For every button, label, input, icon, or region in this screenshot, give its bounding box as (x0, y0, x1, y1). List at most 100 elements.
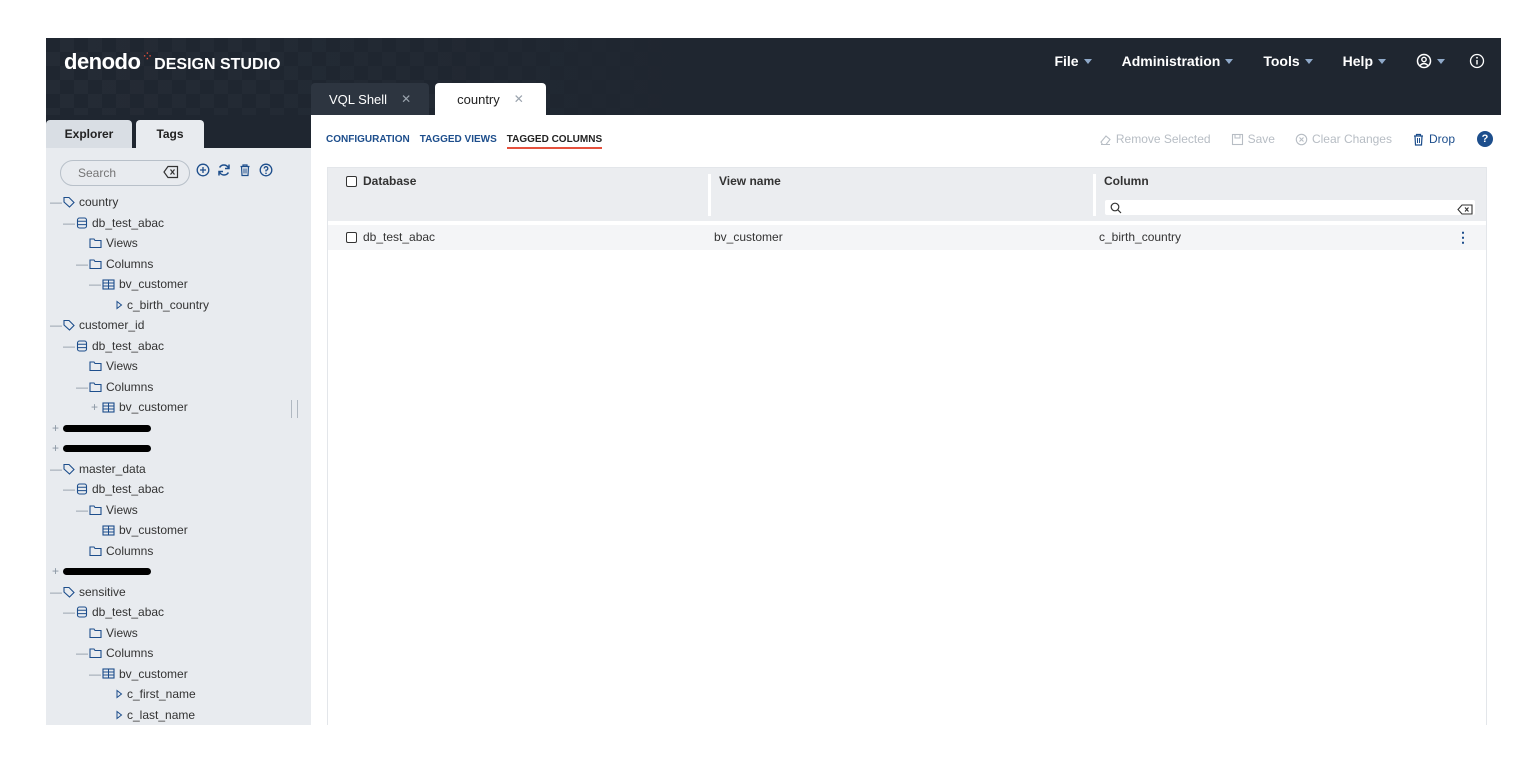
close-icon[interactable]: ✕ (514, 92, 524, 106)
refresh-button[interactable] (217, 163, 231, 177)
remove-selected-button[interactable]: Remove Selected (1099, 132, 1211, 146)
resize-handle[interactable] (291, 400, 298, 418)
tab-tagged-columns[interactable]: TAGGED COLUMNS (506, 134, 603, 149)
tree-item[interactable]: — bv_customer (46, 274, 311, 295)
collapse-icon[interactable]: — (76, 257, 88, 271)
tree-item[interactable]: — Columns (46, 377, 311, 398)
select-all-checkbox[interactable] (346, 175, 357, 187)
tab-vql-shell[interactable]: VQL Shell ✕ (311, 83, 430, 115)
tree-item[interactable]: — master_data (46, 459, 311, 480)
tree-item[interactable]: — Columns (46, 643, 311, 664)
user-icon (1416, 53, 1432, 69)
tree-item[interactable]: bv_customer (46, 520, 311, 541)
collapse-icon[interactable]: — (89, 667, 101, 681)
collapse-icon[interactable]: — (50, 318, 62, 332)
tab-explorer[interactable]: Explorer (46, 120, 132, 148)
logo: denodo⁘DESIGN STUDIO (64, 48, 280, 75)
collapse-icon[interactable]: — (50, 585, 62, 599)
tree-item[interactable]: + bv_customer (46, 397, 311, 418)
tree-item-label: bv_customer (119, 400, 188, 415)
tree-item-label: sensitive (79, 584, 126, 599)
tree-item-redacted[interactable]: + (46, 561, 311, 582)
tree-item[interactable]: — Columns (46, 254, 311, 275)
tree-item[interactable]: Views (46, 356, 311, 377)
collapse-icon[interactable]: — (76, 646, 88, 660)
tree-item[interactable]: Views (46, 623, 311, 644)
tab-label: VQL Shell (329, 91, 388, 107)
menu-file[interactable]: File (1054, 53, 1092, 69)
expand-icon[interactable]: + (50, 441, 61, 455)
tree-item[interactable]: c_last_name (46, 705, 311, 726)
tree-item-label: db_test_abac (92, 482, 165, 497)
collapse-icon[interactable]: — (89, 277, 101, 291)
clear-changes-label: Clear Changes (1311, 132, 1392, 146)
menu-administration[interactable]: Administration (1122, 53, 1234, 69)
clear-search-icon[interactable] (163, 165, 179, 184)
collapse-icon[interactable]: — (63, 482, 75, 496)
collapse-icon[interactable]: — (63, 216, 75, 230)
database-icon (76, 340, 88, 352)
logo-dots-icon: ⁘ (141, 48, 154, 64)
about-button[interactable] (1469, 53, 1485, 69)
save-icon (1231, 133, 1243, 145)
view-icon (102, 668, 115, 679)
save-button[interactable]: Save (1231, 132, 1275, 146)
tree-item[interactable]: — sensitive (46, 582, 311, 603)
tree-item[interactable]: — db_test_abac (46, 602, 311, 623)
help-icon (259, 163, 273, 177)
help-button[interactable]: ? (1477, 131, 1493, 147)
tree-item[interactable]: c_birth_country (46, 295, 311, 316)
collapse-icon[interactable]: — (50, 195, 62, 209)
collapse-icon[interactable]: — (63, 605, 75, 619)
tab-tags[interactable]: Tags (136, 120, 204, 148)
collapse-icon[interactable]: — (63, 339, 75, 353)
tree-item-redacted[interactable]: + (46, 438, 311, 459)
clear-changes-button[interactable]: Clear Changes (1295, 132, 1392, 146)
tab-country[interactable]: country ✕ (435, 83, 546, 115)
tree-item[interactable]: — db_test_abac (46, 336, 311, 357)
tab-configuration[interactable]: CONFIGURATION (326, 134, 410, 149)
tree-item[interactable]: — country (46, 192, 311, 213)
column-filter-input[interactable] (1125, 200, 1445, 215)
header-label: Column (1104, 174, 1149, 188)
collapse-icon[interactable]: — (50, 462, 62, 476)
add-tag-button[interactable] (196, 163, 210, 177)
tree-item[interactable]: Columns (46, 541, 311, 562)
sidebar-help-button[interactable] (259, 163, 273, 177)
column-header-view-name[interactable]: View name (711, 168, 1093, 221)
column-icon (115, 300, 123, 310)
column-header-database[interactable]: Database (328, 168, 710, 221)
app-window: denodo⁘DESIGN STUDIO File Administration… (46, 38, 1501, 725)
close-icon[interactable]: ✕ (401, 92, 411, 106)
tree-item[interactable]: — db_test_abac (46, 479, 311, 500)
tree-item[interactable]: Views (46, 233, 311, 254)
more-options-icon[interactable]: ⋮ (1456, 230, 1470, 244)
tree-item[interactable]: c_first_name (46, 684, 311, 705)
collapse-icon[interactable]: — (76, 503, 88, 517)
collapse-icon[interactable]: — (76, 380, 88, 394)
user-menu-button[interactable] (1416, 53, 1445, 69)
tree-item-redacted[interactable]: + (46, 418, 311, 439)
row-checkbox[interactable] (346, 231, 357, 243)
header-label: View name (719, 174, 781, 188)
expand-icon[interactable]: + (50, 421, 61, 435)
header-label: Database (363, 174, 417, 188)
expand-icon[interactable]: + (50, 564, 61, 578)
clear-filter-icon[interactable] (1457, 202, 1473, 220)
tree-item[interactable]: — Views (46, 500, 311, 521)
tab-tagged-views[interactable]: TAGGED VIEWS (420, 134, 497, 149)
menu-tools[interactable]: Tools (1263, 53, 1313, 69)
tree-item-label: db_test_abac (92, 338, 165, 353)
menu-help[interactable]: Help (1343, 53, 1386, 69)
sidebar: Explorer Tags — country — db_test_abac Views (46, 115, 311, 725)
search-icon (1110, 201, 1122, 219)
tree-item[interactable]: — customer_id (46, 315, 311, 336)
drop-button[interactable]: Drop (1412, 132, 1455, 146)
delete-tag-button[interactable] (238, 163, 252, 177)
tree-item[interactable]: — bv_customer (46, 664, 311, 685)
clear-icon (1295, 133, 1308, 145)
table-row[interactable]: db_test_abac bv_customer c_birth_country… (328, 225, 1486, 250)
tree-item[interactable]: — db_test_abac (46, 213, 311, 234)
tree-item-label: db_test_abac (92, 605, 165, 620)
expand-icon[interactable]: + (89, 400, 100, 414)
